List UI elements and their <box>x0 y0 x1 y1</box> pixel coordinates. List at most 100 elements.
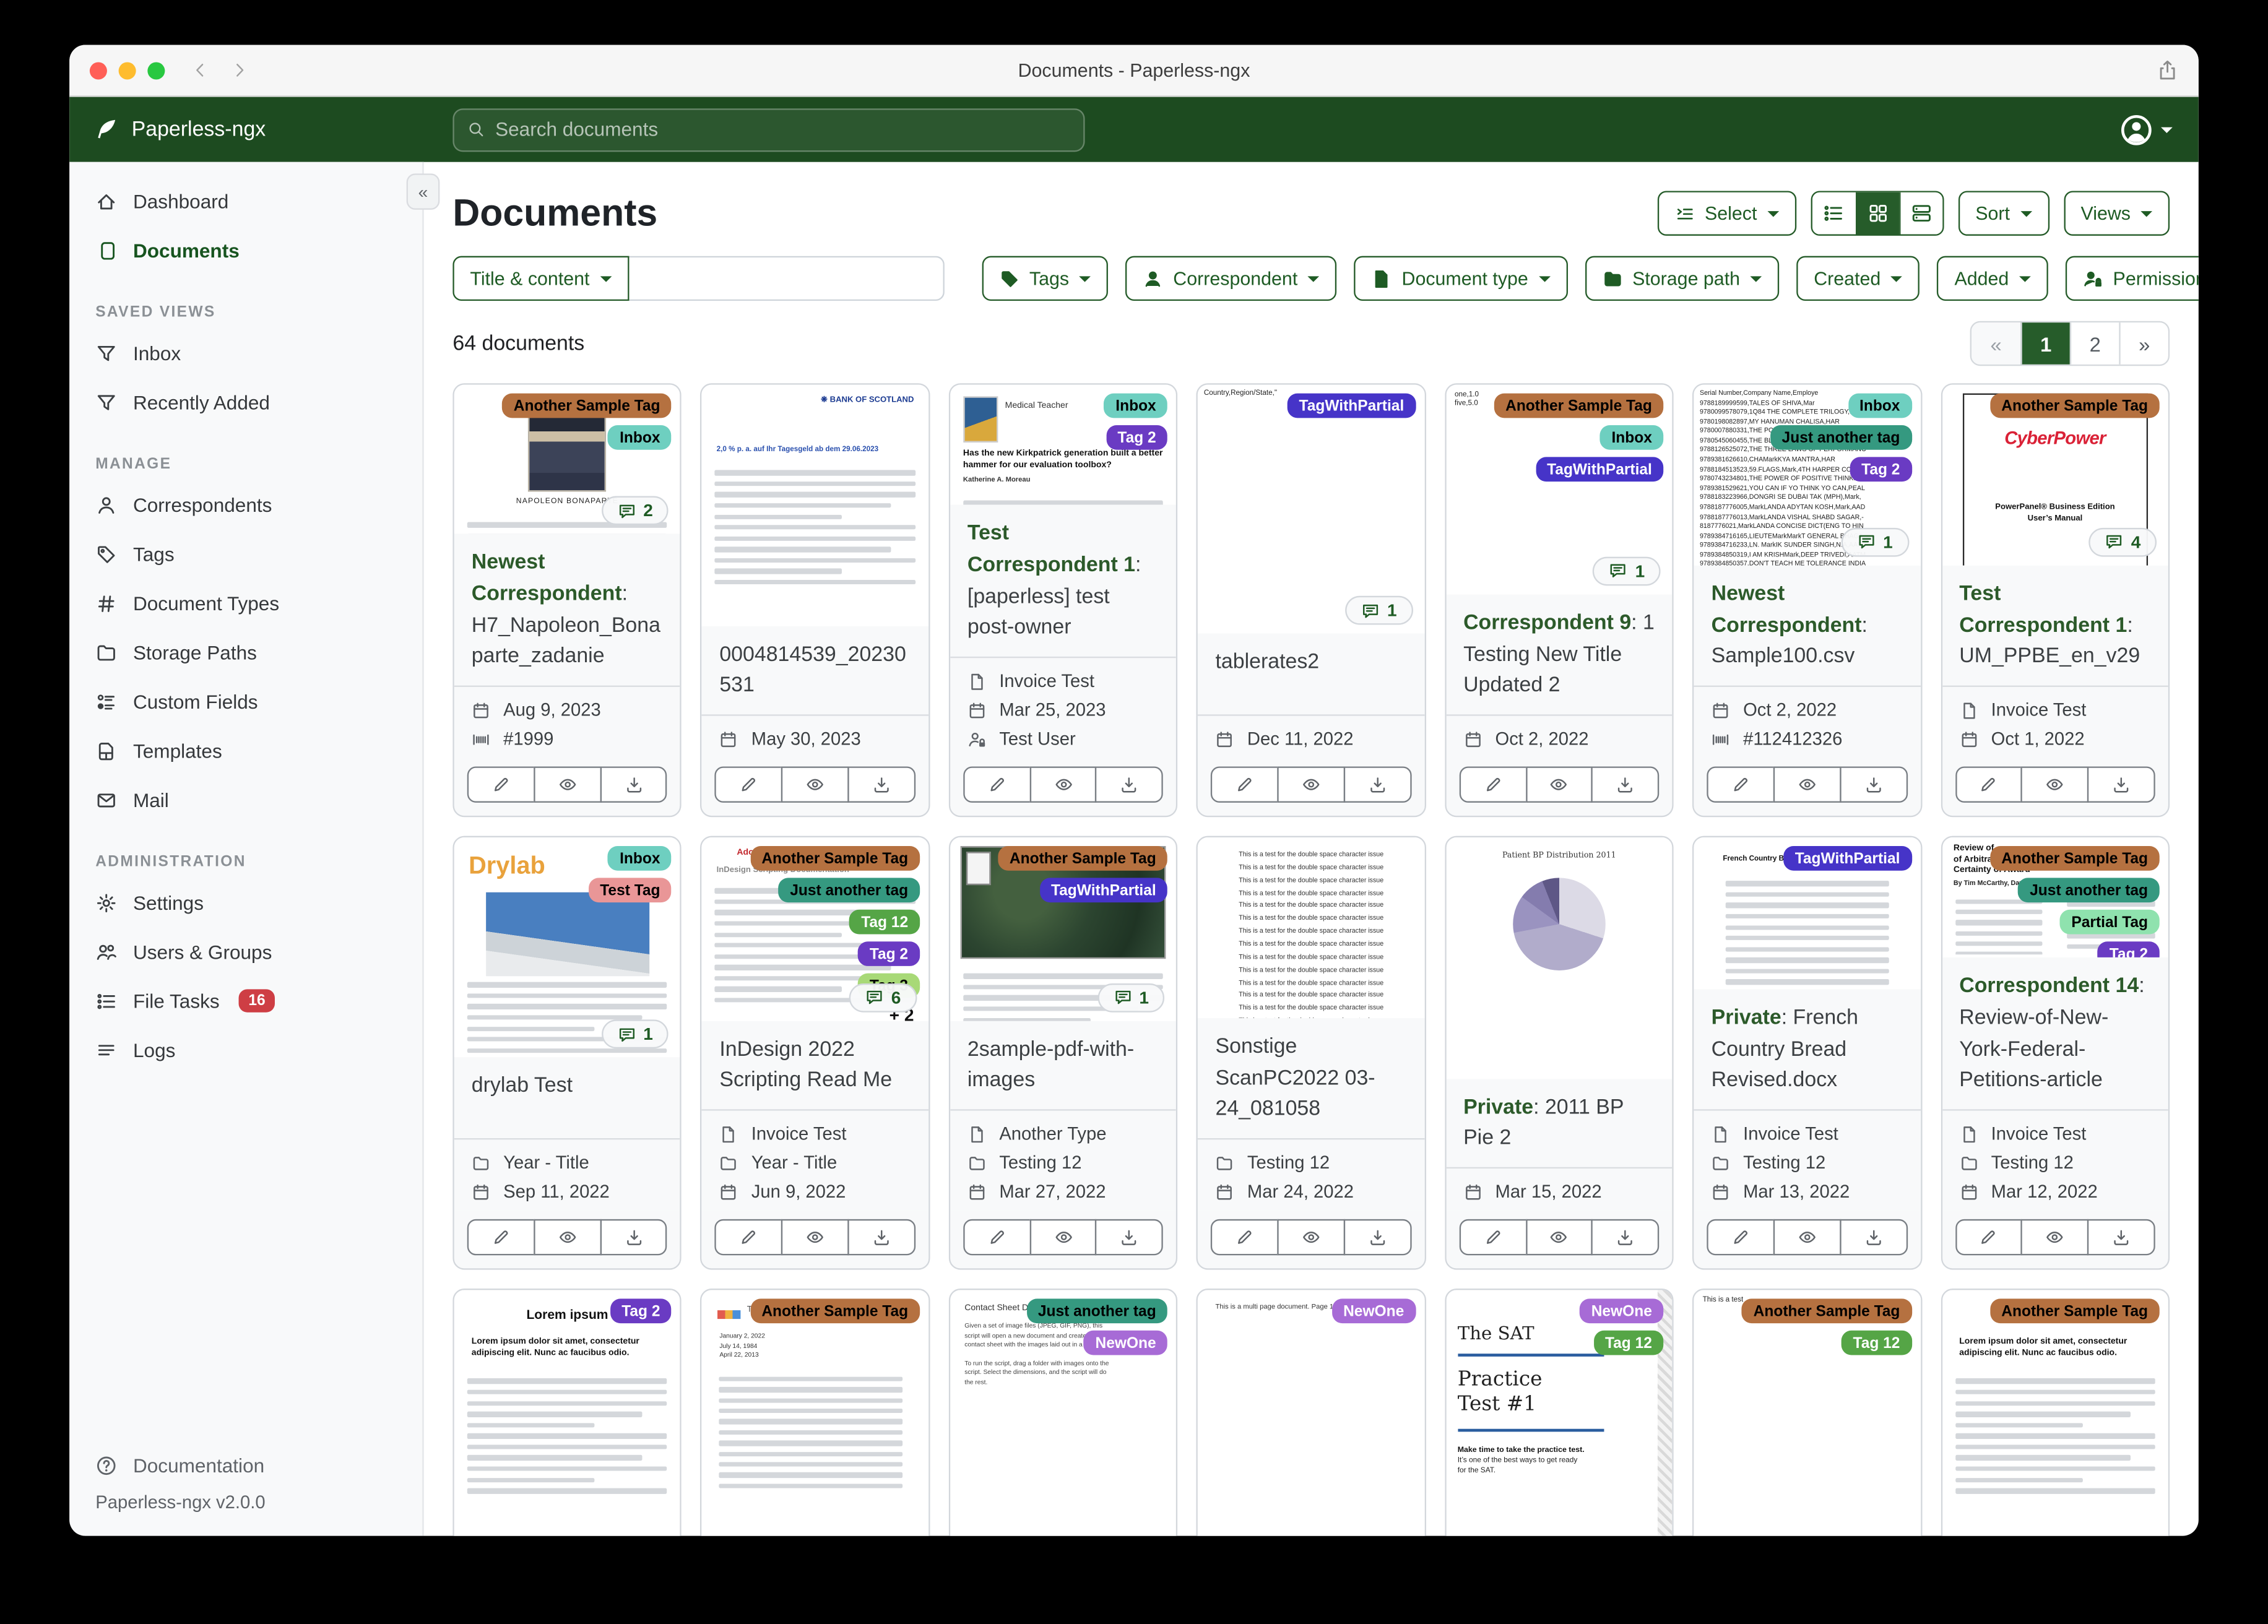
sidebar-item-document-types[interactable]: Document Types <box>69 579 422 628</box>
tag-badge-inbox[interactable]: Inbox <box>608 425 672 450</box>
sidebar-item-storage-paths[interactable]: Storage Paths <box>69 628 422 676</box>
view-button[interactable] <box>1525 766 1593 803</box>
document-preview[interactable]: This is a test for the double space char… <box>1198 837 1424 1018</box>
edit-button[interactable] <box>715 1219 783 1256</box>
view-button[interactable] <box>533 766 602 803</box>
tag-badge-partial-tag[interactable]: Partial Tag <box>2059 909 2160 935</box>
view-button[interactable] <box>2021 766 2089 803</box>
sidebar-item-users-groups[interactable]: Users & Groups <box>69 927 422 976</box>
download-button[interactable] <box>2087 766 2155 803</box>
edit-button[interactable] <box>1459 766 1527 803</box>
tag-badge-tag-12[interactable]: Tag 12 <box>1841 1330 1912 1355</box>
document-card[interactable]: This is a multi page document. Page 1. Ne… <box>1197 1289 1426 1536</box>
tag-badge-tag-2[interactable]: Tag 2 <box>858 941 920 966</box>
document-card[interactable]: ❋ BANK OF SCOTLAND 2,0 % p. a. auf Ihr Ta… <box>700 383 930 818</box>
document-card[interactable]: Lorem ipsum Lorem ipsum dolor sit amet, c… <box>1940 1289 2170 1536</box>
edit-button[interactable] <box>1211 1219 1279 1256</box>
download-button[interactable] <box>2087 1219 2155 1256</box>
document-correspondent[interactable]: Newest Correspondent <box>472 551 622 605</box>
document-card[interactable]: Lorem ipsum Lorem ipsum dolor sit amet, c… <box>452 1289 682 1536</box>
edit-button[interactable] <box>715 766 783 803</box>
tag-badge-newone[interactable]: NewOne <box>1580 1298 1664 1324</box>
filter-permissions-button[interactable]: Permissions <box>2065 256 2199 301</box>
edit-button[interactable] <box>1211 766 1279 803</box>
pagination-page-1[interactable]: 1 <box>2020 322 2070 365</box>
download-button[interactable] <box>847 1219 915 1256</box>
tag-badge-tagwithpartial[interactable]: TagWithPartial <box>1783 845 1912 871</box>
tag-badge-just-another-tag[interactable]: Just another tag <box>2018 878 2160 903</box>
download-button[interactable] <box>599 1219 668 1256</box>
document-card[interactable]: Serial Number,Company Name,Employe 97881… <box>1692 383 1922 818</box>
view-grid-button[interactable] <box>1855 192 1899 235</box>
document-preview[interactable]: This is a test Another Sample Tag Tag 12 <box>1694 1290 1921 1536</box>
sidebar-item-mail[interactable]: Mail <box>69 775 422 824</box>
comment-count-badge[interactable]: 1 <box>1097 982 1165 1012</box>
document-correspondent[interactable]: Correspondent 14 <box>1959 975 2139 998</box>
document-card[interactable]: Drylab Inbox Test Tag 1 drylab Test Year - Ti… <box>452 836 682 1270</box>
comment-count-badge[interactable]: 2 <box>601 496 669 525</box>
tag-badge-tagwithpartial[interactable]: TagWithPartial <box>1535 457 1664 482</box>
tag-badge-inbox[interactable]: Inbox <box>1848 393 1912 418</box>
select-button[interactable]: Select <box>1656 191 1796 236</box>
document-card[interactable]: Medical Teacher Has the new Kirkpatrick g… <box>948 383 1178 818</box>
document-preview[interactable]: Adobe InDesign Scripting Documentation Ano… <box>702 837 928 1021</box>
document-preview[interactable]: Medical Teacher Has the new Kirkpatrick g… <box>950 384 1177 505</box>
download-button[interactable] <box>1839 1219 1908 1256</box>
tag-badge-test-tag[interactable]: Test Tag <box>588 878 672 903</box>
tag-badge-tag-12[interactable]: Tag 12 <box>1593 1330 1664 1355</box>
tag-badge-tag-2[interactable]: Tag 2 <box>610 1298 672 1324</box>
filter-created-button[interactable]: Created <box>1796 256 1920 301</box>
document-preview[interactable]: The SAT Practice Test #1 Make time to take… <box>1446 1290 1673 1536</box>
sidebar-item-file-tasks[interactable]: File Tasks 16 <box>69 976 422 1025</box>
tag-badge-another-sample-tag[interactable]: Another Sample Tag <box>1989 845 2160 871</box>
back-icon[interactable] <box>191 61 209 79</box>
close-window-button[interactable] <box>89 61 107 79</box>
search-input[interactable] <box>495 118 1071 140</box>
edit-button[interactable] <box>963 766 1031 803</box>
view-button[interactable] <box>533 1219 602 1256</box>
download-button[interactable] <box>1343 1219 1411 1256</box>
view-detail-button[interactable] <box>1898 192 1942 235</box>
forward-icon[interactable] <box>230 61 249 79</box>
tag-badge-another-sample-tag[interactable]: Another Sample Tag <box>1989 1298 2160 1324</box>
sidebar-item-templates[interactable]: Templates <box>69 726 422 775</box>
document-card[interactable]: Adobe InDesign Scripting Documentation Ano… <box>700 836 930 1270</box>
document-preview[interactable]: CyberPower PowerPanel® Business Edition Us… <box>1942 384 2168 566</box>
document-preview[interactable]: Patient BP Distribution 2011 <box>1446 837 1673 1079</box>
search-type-dropdown[interactable]: Title & content <box>452 256 629 301</box>
edit-button[interactable] <box>467 766 535 803</box>
document-preview[interactable]: NAPOLEON BONAPARTE Another Sample Tag Inbo… <box>454 384 681 534</box>
document-preview[interactable]: Country,Region/State," TagWithPartial 1 <box>1198 384 1424 634</box>
view-button[interactable] <box>1029 1219 1097 1256</box>
tag-badge-tag-2[interactable]: Tag 2 <box>2098 941 2160 957</box>
zoom-window-button[interactable] <box>147 61 165 79</box>
document-preview[interactable]: one,1.0 five,5.0 Another Sample Tag Inbox T… <box>1446 384 1673 594</box>
document-card[interactable]: Another Sample Tag TagWithPartial 1 2sample… <box>948 836 1178 1270</box>
view-button[interactable] <box>2021 1219 2089 1256</box>
download-button[interactable] <box>1591 1219 1660 1256</box>
document-preview[interactable]: Lorem ipsum Lorem ipsum dolor sit amet, c… <box>1942 1290 2168 1536</box>
tag-badge-another-sample-tag[interactable]: Another Sample Tag <box>750 1298 920 1324</box>
document-card[interactable]: Patient BP Distribution 2011 Private: 201… <box>1444 836 1674 1270</box>
tag-badge-another-sample-tag[interactable]: Another Sample Tag <box>1989 393 2160 418</box>
tag-badge-tag-12[interactable]: Tag 12 <box>849 909 920 935</box>
minimize-window-button[interactable] <box>118 61 136 79</box>
view-button[interactable] <box>1029 766 1097 803</box>
edit-button[interactable] <box>963 1219 1031 1256</box>
comment-count-badge[interactable]: 1 <box>1345 595 1413 625</box>
sort-button[interactable]: Sort <box>1958 191 2049 236</box>
sidebar-item-tags[interactable]: Tags <box>69 529 422 578</box>
sidebar-collapse-button[interactable]: « <box>406 173 440 210</box>
sidebar-item-correspondents[interactable]: Correspondents <box>69 480 422 529</box>
download-button[interactable] <box>847 766 915 803</box>
document-preview[interactable]: Serial Number,Company Name,Employe 97881… <box>1694 384 1921 566</box>
download-button[interactable] <box>1591 766 1660 803</box>
document-card[interactable]: CyberPower PowerPanel® Business Edition Us… <box>1940 383 2170 818</box>
tag-badge-newone[interactable]: NewOne <box>1083 1330 1168 1355</box>
document-card[interactable]: French Country Bread TagWithPartial Privat… <box>1692 836 1922 1270</box>
document-preview[interactable]: Contact Sheet Demo Given a set of image f… <box>950 1290 1177 1536</box>
tag-badge-another-sample-tag[interactable]: Another Sample Tag <box>750 845 920 871</box>
comment-count-badge[interactable]: 1 <box>1841 527 1909 557</box>
document-correspondent[interactable]: Test Correspondent 1 <box>1959 582 2127 637</box>
document-correspondent[interactable]: Correspondent 9 <box>1463 611 1631 634</box>
